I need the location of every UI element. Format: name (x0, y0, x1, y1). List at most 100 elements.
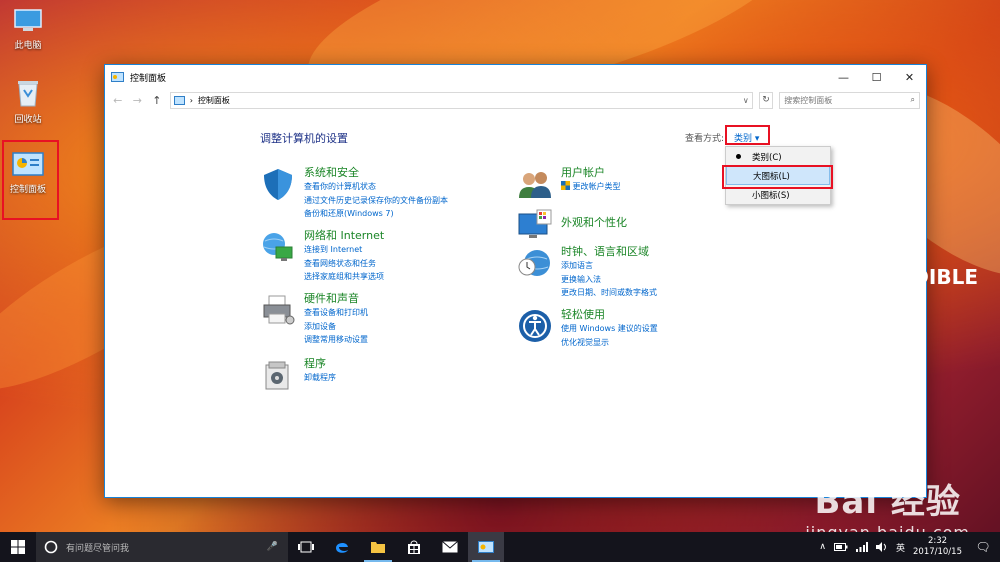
category-network: 网络和 Internet 连接到 Internet 查看网络状态和任务 选择家庭… (260, 229, 384, 284)
address-bar[interactable]: › 控制面板 ∨ (169, 91, 753, 109)
cortana-placeholder: 有问题尽管问我 (66, 543, 130, 554)
category-link[interactable]: 添加语言 (561, 259, 657, 273)
category-link[interactable]: 更改日期、时间或数字格式 (561, 286, 657, 300)
network-tray-icon[interactable] (855, 542, 868, 552)
minimize-button[interactable]: — (827, 65, 860, 89)
control-panel-window: 控制面板 — ☐ ✕ ← → ↑ › 控制面板 ∨ ↻ 搜索控制面板 ⌕ 调整计… (104, 64, 927, 498)
control-panel-small-icon (111, 71, 124, 82)
printer-icon (263, 295, 295, 325)
category-link[interactable]: 选择家庭组和共享选项 (304, 270, 384, 284)
up-button[interactable]: ↑ (150, 94, 164, 107)
windows-logo-icon (11, 540, 25, 554)
close-button[interactable]: ✕ (893, 65, 926, 89)
view-by-highlight-box (725, 125, 770, 145)
programs-icon (265, 361, 289, 390)
category-link[interactable]: 添加设备 (304, 320, 368, 334)
category-link[interactable]: 查看你的计算机状态 (304, 180, 448, 194)
category-link[interactable]: 查看网络状态和任务 (304, 257, 384, 271)
tray-clock[interactable]: 2:32 2017/10/15 (913, 536, 962, 558)
taskbar-mail[interactable] (432, 532, 468, 562)
menu-item-category[interactable]: 类别(C) (726, 147, 830, 166)
clock-globe-icon (518, 250, 550, 276)
view-by-label: 查看方式: (685, 134, 725, 144)
category-title[interactable]: 外观和个性化 (561, 216, 627, 230)
cortana-icon (44, 540, 58, 554)
desktop-icon-recycle-bin[interactable]: 回收站 (0, 78, 56, 125)
desktop-icon-this-pc[interactable]: 此电脑 (0, 8, 56, 51)
breadcrumb-control-panel[interactable]: 控制面板 (198, 95, 230, 106)
cortana-search-box[interactable]: 有问题尽管问我 🎤 (36, 532, 288, 562)
category-title[interactable]: 硬件和声音 (304, 292, 368, 306)
clock-time: 2:32 (927, 536, 948, 546)
watermark-logo: Bai 经验 (814, 482, 961, 522)
search-placeholder: 搜索控制面板 (784, 95, 833, 105)
back-button[interactable]: ← (111, 94, 125, 107)
category-title[interactable]: 程序 (304, 357, 336, 371)
start-button[interactable] (0, 532, 36, 562)
taskbar-edge[interactable] (324, 532, 360, 562)
category-link[interactable]: 调整常用移动设置 (304, 333, 368, 347)
category-title[interactable]: 轻松使用 (561, 308, 658, 322)
category-link[interactable]: 连接到 Internet (304, 243, 384, 257)
category-system-security: 系统和安全 查看你的计算机状态 通过文件历史记录保存你的文件备份副本 备份和还原… (260, 166, 448, 221)
shield-icon (264, 169, 292, 200)
maximize-button[interactable]: ☐ (860, 65, 893, 89)
taskbar: 有问题尽管问我 🎤 ∧ 英 2:32 2017/10/15 🗨 (0, 532, 1000, 562)
category-link-label: 更改帐户类型 (572, 182, 621, 191)
mail-icon (442, 541, 458, 553)
tray-overflow-chevron[interactable]: ∧ (819, 542, 826, 552)
battery-icon[interactable] (833, 543, 848, 551)
desktop-highlight-box (2, 140, 59, 220)
search-icon[interactable]: ⌕ (911, 95, 915, 105)
users-icon (519, 172, 551, 198)
taskbar-control-panel[interactable] (468, 532, 504, 562)
microphone-icon[interactable]: 🎤 (267, 542, 278, 552)
category-title[interactable]: 时钟、语言和区域 (561, 245, 657, 259)
task-view-button[interactable] (288, 532, 324, 562)
desktop-icon-label: 回收站 (14, 115, 42, 125)
breadcrumb-separator[interactable]: › (190, 96, 193, 105)
category-link[interactable]: 查看设备和打印机 (304, 306, 368, 320)
category-link[interactable]: 更改帐户类型 (561, 180, 621, 194)
refresh-button[interactable]: ↻ (758, 91, 774, 109)
folder-icon (371, 542, 385, 553)
category-link[interactable]: 卸载程序 (304, 371, 336, 385)
category-link[interactable]: 通过文件历史记录保存你的文件备份副本 (304, 194, 448, 208)
computer-icon (14, 9, 42, 31)
category-programs: 程序 卸载程序 (260, 357, 336, 393)
taskbar-file-explorer[interactable] (360, 532, 396, 562)
category-link[interactable]: 更换输入法 (561, 273, 657, 287)
wallpaper-text: EDIBLE (898, 265, 978, 289)
clock-date: 2017/10/15 (913, 547, 962, 557)
title-bar[interactable]: 控制面板 — ☐ ✕ (105, 65, 926, 89)
category-clock-region: 时钟、语言和区域 添加语言 更换输入法 更改日期、时间或数字格式 (517, 245, 657, 300)
network-icon (263, 233, 293, 261)
category-title[interactable]: 用户帐户 (561, 166, 621, 180)
page-heading: 调整计算机的设置 (260, 132, 348, 145)
category-title[interactable]: 网络和 Internet (304, 229, 384, 243)
forward-button[interactable]: → (131, 94, 145, 107)
category-link[interactable]: 使用 Windows 建议的设置 (561, 322, 658, 336)
address-row: ← → ↑ › 控制面板 ∨ ↻ 搜索控制面板 ⌕ (105, 89, 926, 111)
task-view-icon (298, 541, 314, 553)
category-title[interactable]: 系统和安全 (304, 166, 448, 180)
recycle-bin-icon (18, 81, 38, 107)
search-input[interactable]: 搜索控制面板 ⌕ (779, 91, 921, 109)
taskbar-store[interactable] (396, 532, 432, 562)
input-method-indicator[interactable]: 英 (896, 541, 905, 554)
category-link[interactable]: 备份和还原(Windows 7) (304, 207, 448, 221)
category-user-accounts: 用户帐户 更改帐户类型 (517, 166, 621, 202)
window-title: 控制面板 (130, 73, 167, 84)
category-ease-of-access: 轻松使用 使用 Windows 建议的设置 优化视觉显示 (517, 308, 658, 349)
store-icon (408, 540, 420, 554)
volume-icon[interactable] (875, 542, 888, 552)
edge-icon (336, 542, 348, 553)
system-tray: ∧ 英 2:32 2017/10/15 🗨 (819, 536, 1000, 558)
notification-center-icon[interactable]: 🗨 (970, 540, 996, 554)
ease-access-icon (519, 310, 551, 342)
category-link[interactable]: 优化视觉显示 (561, 336, 658, 350)
category-appearance: 外观和个性化 (517, 208, 627, 244)
address-dropdown-button[interactable]: ∨ (743, 96, 749, 105)
control-panel-icon (478, 540, 494, 553)
appearance-icon (518, 209, 552, 238)
